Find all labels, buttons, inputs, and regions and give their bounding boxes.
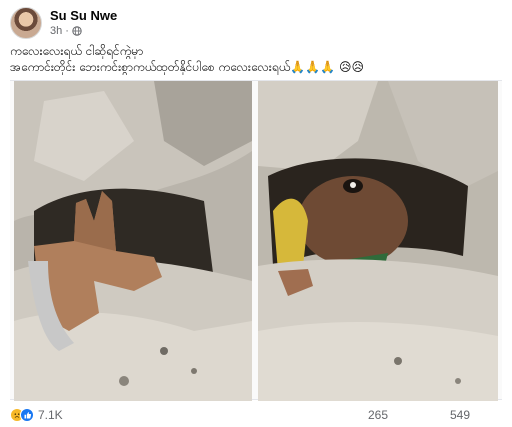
post-stats-bar: 7.1K 265 549 [10,406,502,424]
post-header: Su Su Nwe 3h · [10,6,117,40]
post-caption: ကလေးလေးရယ် ငါဆိုရင်ကွဲမှာ အကောင်းတိုင်း … [10,43,500,75]
reactions-count[interactable]: 7.1K [38,408,63,422]
photo-left[interactable] [14,81,252,401]
caption-line-1: ကလေးလေးရယ် ငါဆိုရင်ကွဲမှာ [10,44,144,58]
separator-dot: · [65,25,69,37]
author-name[interactable]: Su Su Nwe [50,8,117,24]
facebook-post: Su Su Nwe 3h · ကလေးလေးရယ် ငါဆိုရင်ကွဲမှာ… [0,0,512,427]
caption-line-2: အကောင်းတိုင်း ဘေးကင်းစွာကယ်ထုတ်နိုင်ပါစေ… [10,60,364,74]
post-timestamp[interactable]: 3h [50,24,62,38]
globe-icon [72,26,82,36]
shares-count[interactable]: 549 [450,408,470,422]
post-meta: Su Su Nwe 3h · [50,8,117,38]
like-reaction-icon [20,408,34,422]
author-avatar[interactable] [10,7,42,39]
photo-right[interactable] [258,81,498,401]
reactions-summary[interactable]: 7.1K [10,408,63,422]
comments-count[interactable]: 265 [368,408,388,422]
post-media[interactable] [10,80,502,401]
post-time-row: 3h · [50,24,117,38]
